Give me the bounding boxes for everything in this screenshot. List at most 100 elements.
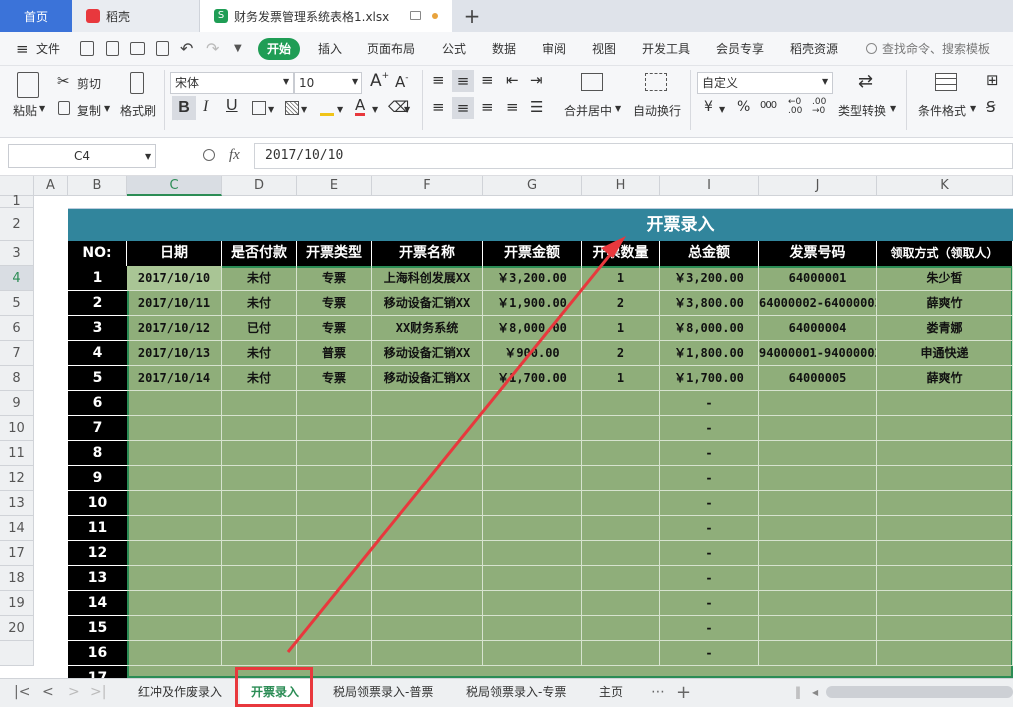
row-header[interactable]: 1 xyxy=(0,195,34,208)
row-number-cell[interactable]: 2 xyxy=(68,291,127,316)
header-cell[interactable]: 开票金额 xyxy=(483,241,582,266)
row-header[interactable]: 2 xyxy=(0,208,34,241)
row-header[interactable]: 3 xyxy=(0,241,34,266)
row-number-cell[interactable]: 6 xyxy=(68,391,127,416)
type-convert-button[interactable]: 类型转换 xyxy=(838,102,886,119)
data-cell[interactable] xyxy=(582,566,660,591)
data-cell[interactable]: 专票 xyxy=(297,316,372,341)
data-cell[interactable] xyxy=(483,566,582,591)
data-cell[interactable] xyxy=(222,441,297,466)
data-cell[interactable] xyxy=(877,416,1013,441)
data-cell[interactable]: - xyxy=(660,441,759,466)
row-number-cell[interactable]: 15 xyxy=(68,616,127,641)
data-cell[interactable] xyxy=(222,591,297,616)
data-cell[interactable]: ￥3,800.00 xyxy=(660,291,759,316)
data-cell[interactable] xyxy=(582,416,660,441)
percent-icon[interactable]: % xyxy=(737,99,750,115)
menu-formula[interactable]: 公式 xyxy=(442,32,466,66)
export-icon[interactable] xyxy=(106,41,119,56)
data-cell[interactable] xyxy=(483,491,582,516)
scroll-left-icon[interactable]: ◀ xyxy=(812,679,818,706)
data-cell[interactable] xyxy=(483,616,582,641)
menu-developer[interactable]: 开发工具 xyxy=(642,32,690,66)
data-cell[interactable]: 64000005 xyxy=(759,366,877,391)
data-cell[interactable] xyxy=(483,441,582,466)
spreadsheet-grid[interactable]: A B C D E F G H I J K 1 2 3 4 5 6 7 8 9 10 11 12 13 14 17 18 19 20 开票… xyxy=(0,176,1013,678)
data-cell[interactable] xyxy=(759,516,877,541)
distributed-icon[interactable]: ☰ xyxy=(530,98,543,116)
data-cell[interactable]: ￥900.00 xyxy=(483,341,582,366)
row-number-cell[interactable]: 7 xyxy=(68,416,127,441)
data-cell[interactable]: 64000004 xyxy=(759,316,877,341)
row-number-cell[interactable]: 17 xyxy=(68,666,127,678)
data-cell[interactable]: 移动设备汇销XX xyxy=(372,341,483,366)
data-cell[interactable] xyxy=(483,541,582,566)
scissors-icon[interactable]: ✂ xyxy=(57,72,70,90)
row-header[interactable]: 14 xyxy=(0,516,34,541)
data-cell[interactable] xyxy=(372,616,483,641)
data-cell[interactable] xyxy=(127,441,222,466)
search-icon[interactable] xyxy=(866,43,877,54)
menu-data[interactable]: 数据 xyxy=(492,32,516,66)
data-cell[interactable] xyxy=(877,441,1013,466)
row-header[interactable]: 5 xyxy=(0,291,34,316)
data-cell[interactable] xyxy=(127,566,222,591)
data-cell[interactable]: ￥1,900.00 xyxy=(483,291,582,316)
data-cell[interactable]: 2017/10/12 xyxy=(127,316,222,341)
conditional-format-dropdown-icon[interactable]: ▼ xyxy=(970,104,976,113)
data-cell[interactable]: 上海科创发展XX xyxy=(372,266,483,291)
paste-button[interactable]: 粘贴 xyxy=(13,102,37,119)
data-cell[interactable] xyxy=(222,566,297,591)
data-cell[interactable] xyxy=(483,591,582,616)
data-cell[interactable] xyxy=(759,491,877,516)
row-header[interactable]: 9 xyxy=(0,391,34,416)
data-cell[interactable]: 移动设备汇销XX xyxy=(372,291,483,316)
data-cell[interactable]: 94000001-94000002 xyxy=(759,341,877,366)
data-cell[interactable] xyxy=(127,616,222,641)
split-handle-icon[interactable]: ‖ xyxy=(795,679,801,706)
data-cell[interactable]: 薛爽竹 xyxy=(877,366,1013,391)
format-painter-button[interactable]: 格式刷 xyxy=(120,102,156,119)
data-cell[interactable]: 专票 xyxy=(297,266,372,291)
tab-daoke[interactable]: 稻壳 xyxy=(72,0,200,32)
data-cell[interactable] xyxy=(297,441,372,466)
save-icon[interactable] xyxy=(80,41,94,56)
align-bottom-icon[interactable]: ≡ xyxy=(481,71,494,89)
data-cell[interactable] xyxy=(372,441,483,466)
menu-daoke-resources[interactable]: 稻壳资源 xyxy=(790,32,838,66)
data-cell[interactable]: ￥1,800.00 xyxy=(660,341,759,366)
data-cell[interactable] xyxy=(759,566,877,591)
header-cell[interactable]: NO: xyxy=(68,241,127,266)
data-cell[interactable]: 专票 xyxy=(297,291,372,316)
horizontal-scrollbar[interactable] xyxy=(826,686,1013,698)
data-cell[interactable] xyxy=(297,391,372,416)
clear-dropdown-icon[interactable]: ▼ xyxy=(404,105,410,114)
name-box[interactable]: C4 xyxy=(8,144,156,168)
data-cell[interactable] xyxy=(759,391,877,416)
font-name-select[interactable]: 宋体 xyxy=(170,72,294,94)
data-cell[interactable] xyxy=(483,641,582,666)
column-header[interactable]: A xyxy=(34,176,68,196)
last-sheet-icon[interactable]: >| xyxy=(90,679,106,706)
symbol-icon[interactable]: Ꞩ xyxy=(986,98,996,116)
data-cell[interactable]: 2017/10/14 xyxy=(127,366,222,391)
border-icon[interactable] xyxy=(252,101,266,115)
add-sheet-icon[interactable]: + xyxy=(676,679,691,706)
data-cell[interactable] xyxy=(877,616,1013,641)
data-cell[interactable]: - xyxy=(660,516,759,541)
menu-insert[interactable]: 插入 xyxy=(318,32,342,66)
copy-dropdown-icon[interactable]: ▼ xyxy=(104,104,110,113)
copy-button[interactable]: 复制 xyxy=(77,102,101,119)
data-cell[interactable] xyxy=(127,541,222,566)
header-cell[interactable]: 领取方式（领取人） xyxy=(877,241,1013,266)
data-cell[interactable] xyxy=(759,541,877,566)
data-cell[interactable] xyxy=(582,541,660,566)
data-cell[interactable]: - xyxy=(660,641,759,666)
wrap-text-button[interactable]: 自动换行 xyxy=(633,102,681,119)
fill-color-dropdown-icon[interactable]: ▼ xyxy=(337,105,343,114)
data-cell[interactable]: 2017/10/10 xyxy=(127,266,222,291)
data-cell[interactable] xyxy=(222,491,297,516)
data-cell[interactable]: 2017/10/13 xyxy=(127,341,222,366)
data-cell[interactable] xyxy=(222,391,297,416)
name-box-dropdown-icon[interactable]: ▼ xyxy=(145,152,151,161)
